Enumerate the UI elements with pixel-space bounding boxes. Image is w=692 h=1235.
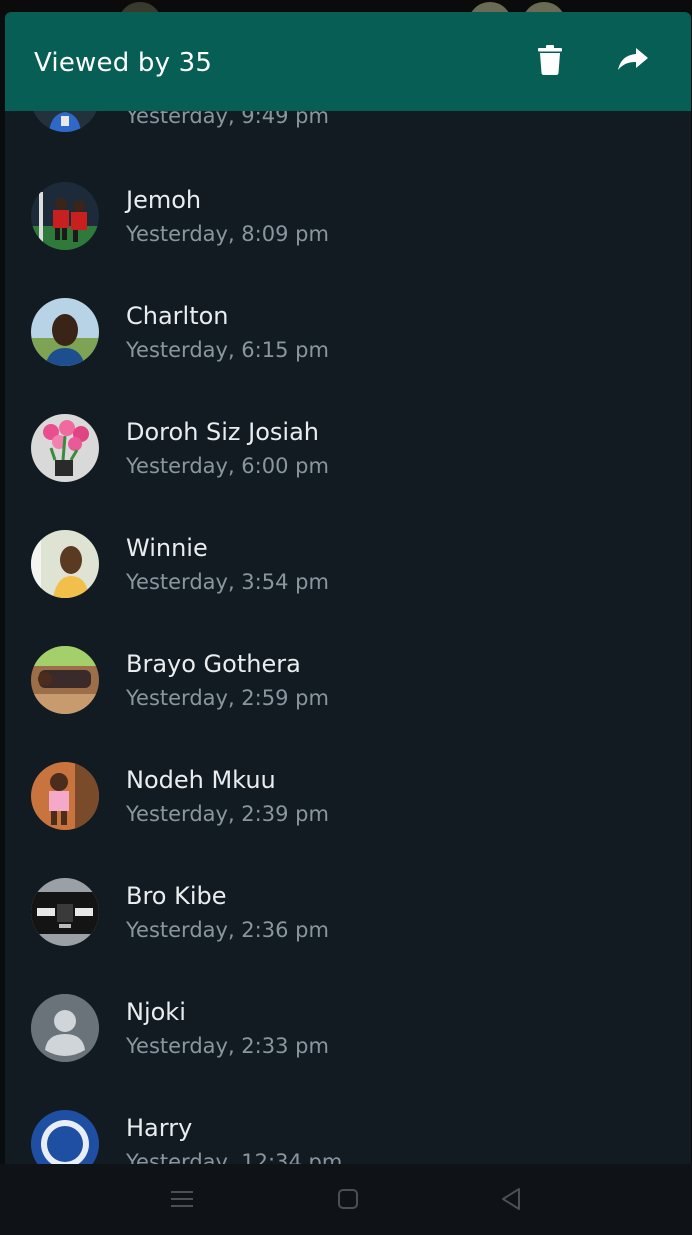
forward-arrow-icon (618, 48, 648, 76)
viewer-time: Yesterday, 2:39 pm (126, 802, 329, 826)
viewer-name: Doroh Siz Josiah (126, 418, 320, 446)
viewer-row[interactable]: Jemoh Yesterday, 8:09 pm (5, 182, 691, 298)
avatar (31, 298, 99, 366)
viewer-time: Yesterday, 8:09 pm (126, 222, 329, 246)
viewer-row[interactable]: Winnie Yesterday, 3:54 pm (5, 530, 691, 646)
avatar (31, 530, 99, 598)
viewer-name: Winnie (126, 534, 208, 562)
viewer-row[interactable]: Doroh Siz Josiah Yesterday, 6:00 pm (5, 414, 691, 530)
back-icon (500, 1187, 522, 1215)
back-button[interactable] (496, 1186, 526, 1216)
delete-button[interactable] (528, 40, 572, 84)
viewer-row[interactable]: Charlton Yesterday, 6:15 pm (5, 298, 691, 414)
viewer-name: Jemoh (126, 186, 202, 214)
viewer-row[interactable]: Brayo Gothera Yesterday, 2:59 pm (5, 646, 691, 762)
phone-screen: Viewed by 35 Yesterday, 9:49 pm Jemoh Ye… (0, 0, 692, 1235)
avatar (31, 1110, 99, 1164)
viewer-name: Brayo Gothera (126, 650, 301, 678)
viewer-time: Yesterday, 2:33 pm (126, 1034, 329, 1058)
forward-button[interactable] (611, 40, 655, 84)
avatar (31, 414, 99, 482)
trash-icon (538, 45, 562, 79)
viewer-time: Yesterday, 2:36 pm (126, 918, 329, 942)
home-icon (337, 1188, 359, 1214)
default-avatar-icon (31, 994, 99, 1062)
viewer-name: Njoki (126, 998, 186, 1026)
viewer-time: Yesterday, 6:00 pm (126, 454, 329, 478)
viewer-name: Charlton (126, 302, 229, 330)
home-button[interactable] (333, 1186, 363, 1216)
viewer-name: Bro Kibe (126, 882, 227, 910)
viewer-time: Yesterday, 3:54 pm (126, 570, 329, 594)
viewer-time: Yesterday, 6:15 pm (126, 338, 329, 362)
viewer-time: Yesterday, 2:59 pm (126, 686, 329, 710)
viewer-row[interactable]: Nodeh Mkuu Yesterday, 2:39 pm (5, 762, 691, 878)
viewer-row[interactable]: Harry Yesterday, 12:34 pm (5, 1110, 691, 1164)
viewers-header: Viewed by 35 (5, 12, 691, 111)
menu-icon (171, 1190, 193, 1212)
viewer-row[interactable]: Njoki Yesterday, 2:33 pm (5, 994, 691, 1110)
viewer-name: Harry (126, 1114, 193, 1142)
avatar (31, 878, 99, 946)
avatar (31, 646, 99, 714)
avatar (31, 182, 99, 250)
header-title: Viewed by 35 (34, 48, 213, 78)
viewer-time: Yesterday, 12:34 pm (126, 1150, 343, 1164)
viewers-sheet: Viewed by 35 Yesterday, 9:49 pm Jemoh Ye… (5, 12, 691, 1164)
recent-apps-button[interactable] (167, 1186, 197, 1216)
viewer-row[interactable]: Bro Kibe Yesterday, 2:36 pm (5, 878, 691, 994)
viewer-name: Nodeh Mkuu (126, 766, 276, 794)
avatar (31, 762, 99, 830)
system-nav-bar (0, 1164, 692, 1235)
